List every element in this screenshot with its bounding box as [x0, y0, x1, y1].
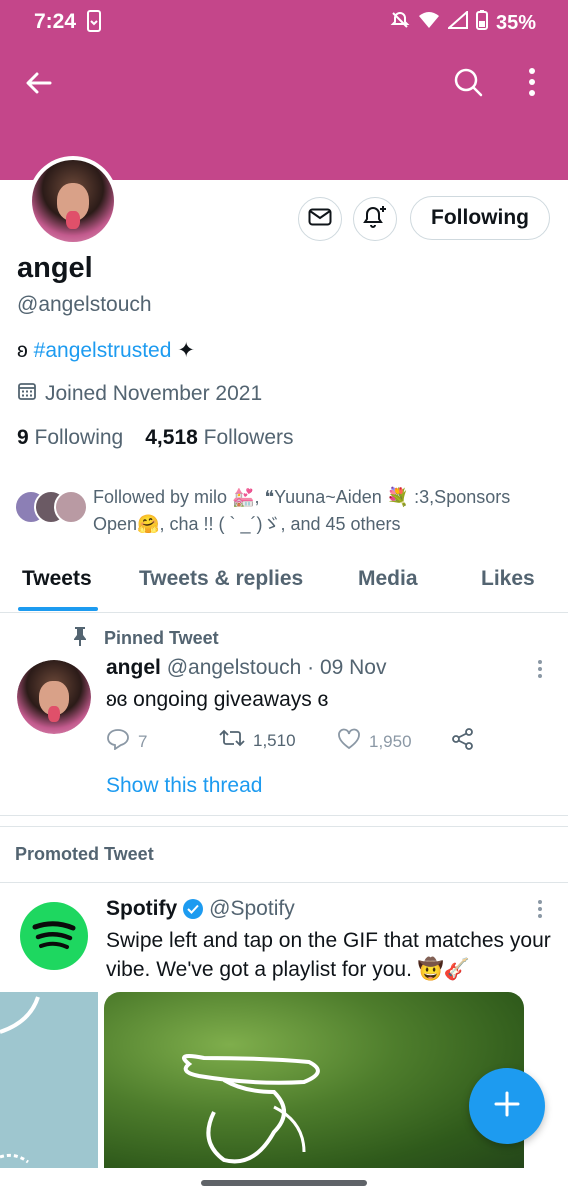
profile-tabs: Tweets Tweets & replies Media Likes [0, 555, 568, 613]
share-icon [451, 728, 475, 755]
message-button[interactable] [298, 197, 342, 241]
like-button[interactable]: 1,950 [337, 728, 412, 755]
bio-suffix: ✦ [177, 339, 196, 362]
profile-avatar[interactable] [28, 156, 118, 246]
wifi-icon [418, 11, 440, 35]
following-count: 9 [17, 426, 29, 449]
joined-date: Joined November 2021 [17, 381, 262, 407]
retweet-button[interactable]: 1,510 [219, 728, 296, 753]
carousel-media-gif[interactable] [104, 992, 524, 1168]
following-count-link[interactable]: 9 Following [17, 426, 123, 450]
promoted-tweet-text: Swipe left and tap on the GIF that match… [106, 929, 551, 981]
share-button[interactable] [451, 728, 475, 755]
like-count: 1,950 [369, 731, 412, 751]
phone-sync-icon [86, 10, 102, 37]
tweet-author-name[interactable]: angel [106, 656, 161, 679]
show-thread-link[interactable]: Show this thread [106, 774, 262, 798]
verified-icon [183, 899, 204, 919]
profile-handle: @angelstouch [17, 293, 152, 316]
tweet-handle-date: @angelstouch · 09 Nov [166, 656, 387, 679]
spotify-logo-avatar[interactable] [20, 902, 88, 970]
tab-tweets-replies[interactable]: Tweets & replies [139, 567, 303, 591]
promoted-author-handle: @Spotify [209, 897, 295, 920]
signal-icon [446, 9, 468, 35]
compose-tweet-button[interactable] [469, 1068, 545, 1144]
section-divider [0, 815, 568, 827]
carousel-media-previous[interactable] [0, 992, 98, 1168]
tab-tweets[interactable]: Tweets [22, 567, 92, 591]
reply-icon [106, 728, 130, 755]
promoted-more-icon[interactable] [538, 900, 542, 918]
pin-icon [72, 626, 88, 651]
mail-icon [308, 208, 332, 231]
promoted-tweet-header: Spotify @Spotify [106, 897, 295, 921]
tweet-header: angel @angelstouch · 09 Nov [106, 656, 386, 680]
followed-by-section[interactable]: Followed by milo 💒, ❝Yuuna~Aiden 💐 :3,Sp… [14, 484, 554, 540]
search-icon[interactable] [452, 66, 484, 98]
pinned-tweet-text: Pinned Tweet [104, 628, 219, 648]
bell-plus-icon [362, 204, 388, 235]
more-vertical-icon[interactable] [522, 66, 542, 98]
status-bar: 7:24 35% [0, 0, 568, 44]
following-button[interactable]: Following [410, 196, 550, 240]
pinned-tweet-label: Pinned Tweet [72, 626, 219, 651]
bio-prefix: ʚ [17, 338, 28, 362]
reply-count: 7 [138, 731, 148, 751]
battery-percent: 35% [495, 11, 536, 34]
like-icon [337, 728, 361, 755]
back-arrow-icon[interactable] [24, 68, 54, 98]
notifications-button[interactable] [353, 197, 397, 241]
following-label: Following [34, 426, 124, 449]
divider [0, 882, 568, 883]
mutual-avatar [54, 490, 88, 524]
mutual-avatars [14, 490, 94, 526]
tweet-more-icon[interactable] [538, 660, 542, 678]
profile-bio: ʚ #angelstrusted ✦ [17, 338, 195, 363]
tab-likes[interactable]: Likes [481, 567, 535, 591]
reply-button[interactable]: 7 [106, 728, 147, 755]
calendar-icon [17, 381, 37, 407]
tweet-text: ʚɞ ongoing giveaways ɞ [106, 688, 329, 711]
bio-hashtag-link[interactable]: #angelstrusted [34, 339, 172, 363]
followers-label: Followers [203, 426, 294, 449]
promoted-tweet-label: Promoted Tweet [15, 844, 154, 864]
follow-counts: 9 Following 4,518 Followers [17, 426, 294, 450]
followed-by-text: Followed by milo 💒, ❝Yuuna~Aiden 💐 :3,Sp… [93, 487, 511, 534]
tweet-author-avatar[interactable] [17, 660, 91, 734]
battery-icon [475, 10, 488, 36]
tweet-actions: 7 1,510 1,950 [106, 728, 486, 752]
followers-count-link[interactable]: 4,518 Followers [145, 426, 293, 450]
status-indicators: 35% [390, 9, 536, 36]
promoted-author-name[interactable]: Spotify [106, 897, 177, 921]
profile-name: angel [17, 252, 93, 284]
active-tab-indicator [18, 607, 98, 611]
retweet-icon [219, 728, 245, 753]
system-navigation-bar [0, 1168, 568, 1200]
mute-icon [390, 10, 410, 36]
status-time: 7:24 [34, 10, 77, 33]
followers-count: 4,518 [145, 426, 198, 449]
compose-plus-icon [493, 1090, 521, 1123]
gesture-handle[interactable] [201, 1180, 367, 1186]
joined-text: Joined November 2021 [45, 382, 263, 405]
tab-media[interactable]: Media [358, 567, 418, 591]
retweet-count: 1,510 [253, 730, 296, 750]
